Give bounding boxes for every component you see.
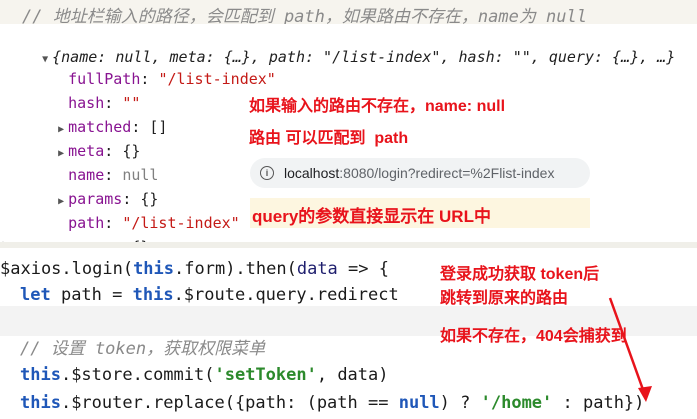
- annotation-query-url: query的参数直接显示在 URL中: [252, 207, 491, 226]
- prop-row-name: name: null: [68, 166, 159, 184]
- prop-row-path: path: "/list-index": [68, 214, 240, 232]
- prop-row-params[interactable]: ▶ params: {}: [18, 166, 158, 208]
- address-bar[interactable]: i localhost:8080/login?redirect=%2Flist-…: [250, 158, 590, 188]
- code-line-commit: this.$store.commit('setToken', data): [20, 365, 389, 385]
- prop-row-fullpath: fullPath: "/list-index": [68, 70, 276, 88]
- object-summary-row[interactable]: ▼ {name: null, meta: {…}, path: "/list-in…: [2, 24, 675, 66]
- info-icon[interactable]: i: [260, 166, 274, 180]
- code-comment-bar: // 地址栏输入的路径，会匹配到 path，如果路由不存在，name为 null: [0, 0, 697, 27]
- code-line-2: let path = this.$route.query.redirect: [20, 285, 399, 305]
- annotation-redirect-route: 跳转到原来的路由: [440, 290, 569, 307]
- code-line-replace: this.$router.replace({path: (path == nul…: [20, 393, 645, 413]
- address-bar-url[interactable]: localhost:8080/login?redirect=%2Flist-in…: [284, 158, 554, 188]
- prop-row-matched[interactable]: ▶ matched: []: [18, 94, 167, 136]
- annotation-path-match: 路由 可以匹配到 path: [249, 130, 409, 147]
- prop-row-hash: hash: "": [68, 94, 141, 112]
- prop-row-meta[interactable]: ▶ meta: {}: [18, 118, 140, 160]
- annotation-login-token: 登录成功获取 token后: [440, 266, 600, 283]
- code-line-comment: // 设置 token，获取权限菜单: [20, 339, 266, 359]
- annotation-arrow: [608, 297, 652, 402]
- code-line-1: $axios.login(this.form).then(data => {: [0, 259, 389, 279]
- query-note-box: query的参数直接显示在 URL中: [250, 198, 590, 228]
- annotation-name-null: 如果输入的路由不存在，name: null: [249, 98, 506, 115]
- prop-row-query[interactable]: ▶query: {}: [18, 214, 149, 256]
